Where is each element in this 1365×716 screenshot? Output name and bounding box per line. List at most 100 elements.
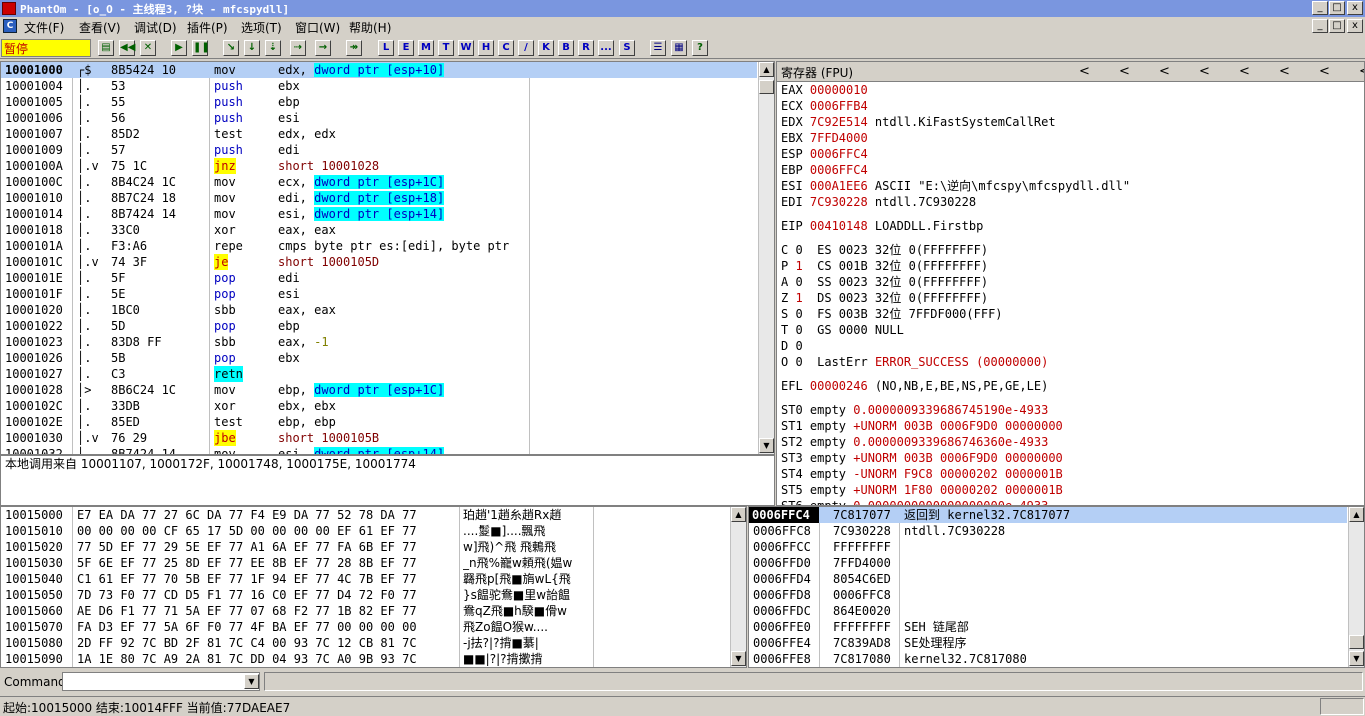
view-s-button[interactable]: S xyxy=(619,40,635,56)
register-line[interactable]: EDI 7C930228 ntdll.7C930228 xyxy=(781,194,976,210)
dump-row[interactable]: 10015000 E7 EA DA 77 27 6C DA 77 F4 E9 DA… xyxy=(1,507,729,523)
view-m-button[interactable]: M xyxy=(418,40,434,56)
register-value[interactable]: 0.0000000000000000000e-4933 xyxy=(853,499,1048,505)
open-button[interactable]: ▤ xyxy=(98,40,114,56)
stack-row[interactable]: 0006FFC8 7C930228 ntdll.7C930228 xyxy=(749,523,1347,539)
view-l-button[interactable]: L xyxy=(378,40,394,56)
register-value[interactable]: 00000246 xyxy=(810,379,868,393)
dump-scroll-up-icon[interactable]: ▲ xyxy=(731,507,746,522)
close-program-button[interactable]: ✕ xyxy=(140,40,156,56)
chevron-left-icon[interactable]: < xyxy=(1199,64,1210,79)
view-e-button[interactable]: E xyxy=(398,40,414,56)
register-line[interactable]: Z 1 DS 0023 32位 0(FFFFFFFF) xyxy=(781,290,988,306)
menu-window[interactable]: 窗口(W) xyxy=(295,19,340,36)
stack-row[interactable]: 0006FFE0 FFFFFFFF SEH 链尾部 xyxy=(749,619,1347,635)
menu-options[interactable]: 选项(T) xyxy=(241,19,282,36)
register-line[interactable]: EBP 0006FFC4 xyxy=(781,162,868,178)
maximize-button[interactable]: □ xyxy=(1329,1,1345,15)
disasm-row[interactable]: 10001014 │. 8B7424 14 mov esi, dword ptr [es… xyxy=(1,206,757,222)
close-button[interactable]: x xyxy=(1347,1,1363,15)
chevron-left-icon[interactable]: < xyxy=(1159,64,1170,79)
stack-scroll-down-icon[interactable]: ▼ xyxy=(1349,651,1364,666)
mdi-minimize-button[interactable]: _ xyxy=(1312,19,1328,33)
disassembly-pane[interactable]: 10001000 ┌$ 8B5424 10 mov edx, dword ptr [es… xyxy=(0,61,775,455)
view-w-button[interactable]: W xyxy=(458,40,474,56)
menu-plugins[interactable]: 插件(P) xyxy=(187,19,228,36)
disasm-row[interactable]: 1000100A │.v 75 1C jnz short 10001028 xyxy=(1,158,757,174)
chevron-left-icon[interactable]: < xyxy=(1079,64,1090,79)
grid-icon[interactable]: ▦ xyxy=(671,40,687,56)
register-value[interactable]: 0.0000009339686745190e-4933 xyxy=(853,403,1048,417)
register-value[interactable]: 0006FFC4 xyxy=(810,147,868,161)
stack-scroll-thumb[interactable] xyxy=(1349,635,1364,649)
stack-row[interactable]: 0006FFCC FFFFFFFF xyxy=(749,539,1347,555)
register-value[interactable]: 0 xyxy=(795,307,802,321)
register-value[interactable]: 1 xyxy=(795,259,802,273)
execute-till-return-button[interactable]: → xyxy=(315,40,331,56)
step-over-button[interactable]: ↓ xyxy=(244,40,260,56)
disasm-row[interactable]: 10001006 │. 56 push esi xyxy=(1,110,757,126)
chevron-left-icon[interactable]: < xyxy=(1319,64,1330,79)
disasm-row[interactable]: 1000101F │. 5E pop esi xyxy=(1,286,757,302)
disasm-row[interactable]: 10001022 │. 5D pop ebp xyxy=(1,318,757,334)
register-line[interactable]: EDX 7C92E514 ntdll.KiFastSystemCallRet xyxy=(781,114,1056,130)
register-value[interactable]: 00000010 xyxy=(810,83,868,97)
disasm-row[interactable]: 10001009 │. 57 push edi xyxy=(1,142,757,158)
stack-row[interactable]: 0006FFC4 7C817077 返回到 kernel32.7C817077 xyxy=(749,507,1347,523)
register-value[interactable]: 0 xyxy=(795,355,802,369)
view-dots-button[interactable]: ... xyxy=(598,40,614,56)
register-value[interactable]: 0006FFB4 xyxy=(810,99,868,113)
dump-row[interactable]: 10015040 C1 61 EF 77 70 5B EF 77 1F 94 EF… xyxy=(1,571,729,587)
disassembly-scrollbar[interactable]: ▲ ▼ xyxy=(758,62,774,454)
register-value[interactable]: 1 xyxy=(795,291,802,305)
disasm-row[interactable]: 1000101C │.v 74 3F je short 1000105D xyxy=(1,254,757,270)
register-value[interactable]: 7FFD4000 xyxy=(810,131,868,145)
disasm-row[interactable]: 1000100C │. 8B4C24 1C mov ecx, dword ptr [es… xyxy=(1,174,757,190)
dump-row[interactable]: 10015090 1A 1E 80 7C A9 2A 81 7C DD 04 93… xyxy=(1,651,729,667)
register-line[interactable]: C 0 ES 0023 32位 0(FFFFFFFF) xyxy=(781,242,988,258)
trace-into-button[interactable]: ⇣ xyxy=(265,40,281,56)
mdi-close-button[interactable]: x xyxy=(1347,19,1363,33)
stack-row[interactable]: 0006FFE8 7C817080 kernel32.7C817080 xyxy=(749,651,1347,667)
disasm-row[interactable]: 1000102C │. 33DB xor ebx, ebx xyxy=(1,398,757,414)
stack-scroll-up-icon[interactable]: ▲ xyxy=(1349,507,1364,522)
register-value[interactable]: 7C92E514 xyxy=(810,115,868,129)
menu-help[interactable]: 帮助(H) xyxy=(349,19,391,36)
register-value[interactable]: -UNORM F9C8 00000202 0000001B xyxy=(853,467,1063,481)
disasm-row[interactable]: 10001030 │.v 76 29 jbe short 1000105B xyxy=(1,430,757,446)
run-button[interactable]: ▶ xyxy=(171,40,187,56)
stack-row[interactable]: 0006FFE4 7C839AD8 SE处理程序 xyxy=(749,635,1347,651)
register-value[interactable]: 7C930228 xyxy=(810,195,868,209)
scroll-up-icon[interactable]: ▲ xyxy=(759,62,774,77)
memory-dump-pane[interactable]: 10015000 E7 EA DA 77 27 6C DA 77 F4 E9 DA… xyxy=(0,506,747,668)
disasm-row[interactable]: 10001004 │. 53 push ebx xyxy=(1,78,757,94)
dump-row[interactable]: 10015080 2D FF 92 7C BD 2F 81 7C C4 00 93… xyxy=(1,635,729,651)
register-line[interactable]: P 1 CS 001B 32位 0(FFFFFFFF) xyxy=(781,258,988,274)
disasm-row[interactable]: 1000101E │. 5F pop edi xyxy=(1,270,757,286)
scroll-thumb[interactable] xyxy=(759,80,774,94)
register-line[interactable]: ST3 empty +UNORM 003B 0006F9D0 00000000 xyxy=(781,450,1063,466)
goto-button[interactable]: ↠ xyxy=(346,40,362,56)
disasm-row[interactable]: 1000101A │. F3:A6 repe cmps byte ptr es:[edi… xyxy=(1,238,757,254)
register-line[interactable]: ESI 000A1EE6 ASCII "E:\逆向\mfcspy\mfcspyd… xyxy=(781,178,1130,194)
view-k-button[interactable]: K xyxy=(538,40,554,56)
trace-over-button[interactable]: ⇢ xyxy=(290,40,306,56)
register-line[interactable]: D 0 xyxy=(781,338,803,354)
registers-pane[interactable]: 寄存器 (FPU) < < < < < < < < EAX 00000010ECX 0006F… xyxy=(776,61,1365,506)
register-line[interactable]: ST0 empty 0.0000009339686745190e-4933 xyxy=(781,402,1048,418)
disasm-row[interactable]: 10001018 │. 33C0 xor eax, eax xyxy=(1,222,757,238)
disasm-row[interactable]: 10001000 ┌$ 8B5424 10 mov edx, dword ptr [es… xyxy=(1,62,757,78)
chevron-left-icon[interactable]: < xyxy=(1119,64,1130,79)
register-value[interactable]: 00410148 xyxy=(810,219,868,233)
stack-pane[interactable]: 0006FFC4 7C817077 返回到 kernel32.7C817077 000… xyxy=(748,506,1365,668)
disasm-row[interactable]: 10001026 │. 5B pop ebx xyxy=(1,350,757,366)
register-line[interactable]: T 0 GS 0000 NULL xyxy=(781,322,904,338)
register-value[interactable]: 0 xyxy=(795,323,802,337)
view-t-button[interactable]: T xyxy=(438,40,454,56)
register-line[interactable]: ST1 empty +UNORM 003B 0006F9D0 00000000 xyxy=(781,418,1063,434)
disasm-row[interactable]: 10001023 │. 83D8 FF sbb eax, -1 xyxy=(1,334,757,350)
register-line[interactable]: ST6 empty 0.0000000000000000000e-4933 xyxy=(781,498,1048,505)
disasm-row[interactable]: 10001020 │. 1BC0 sbb eax, eax xyxy=(1,302,757,318)
dump-row[interactable]: 10015010 00 00 00 00 CF 65 17 5D 00 00 00… xyxy=(1,523,729,539)
view-h-button[interactable]: H xyxy=(478,40,494,56)
